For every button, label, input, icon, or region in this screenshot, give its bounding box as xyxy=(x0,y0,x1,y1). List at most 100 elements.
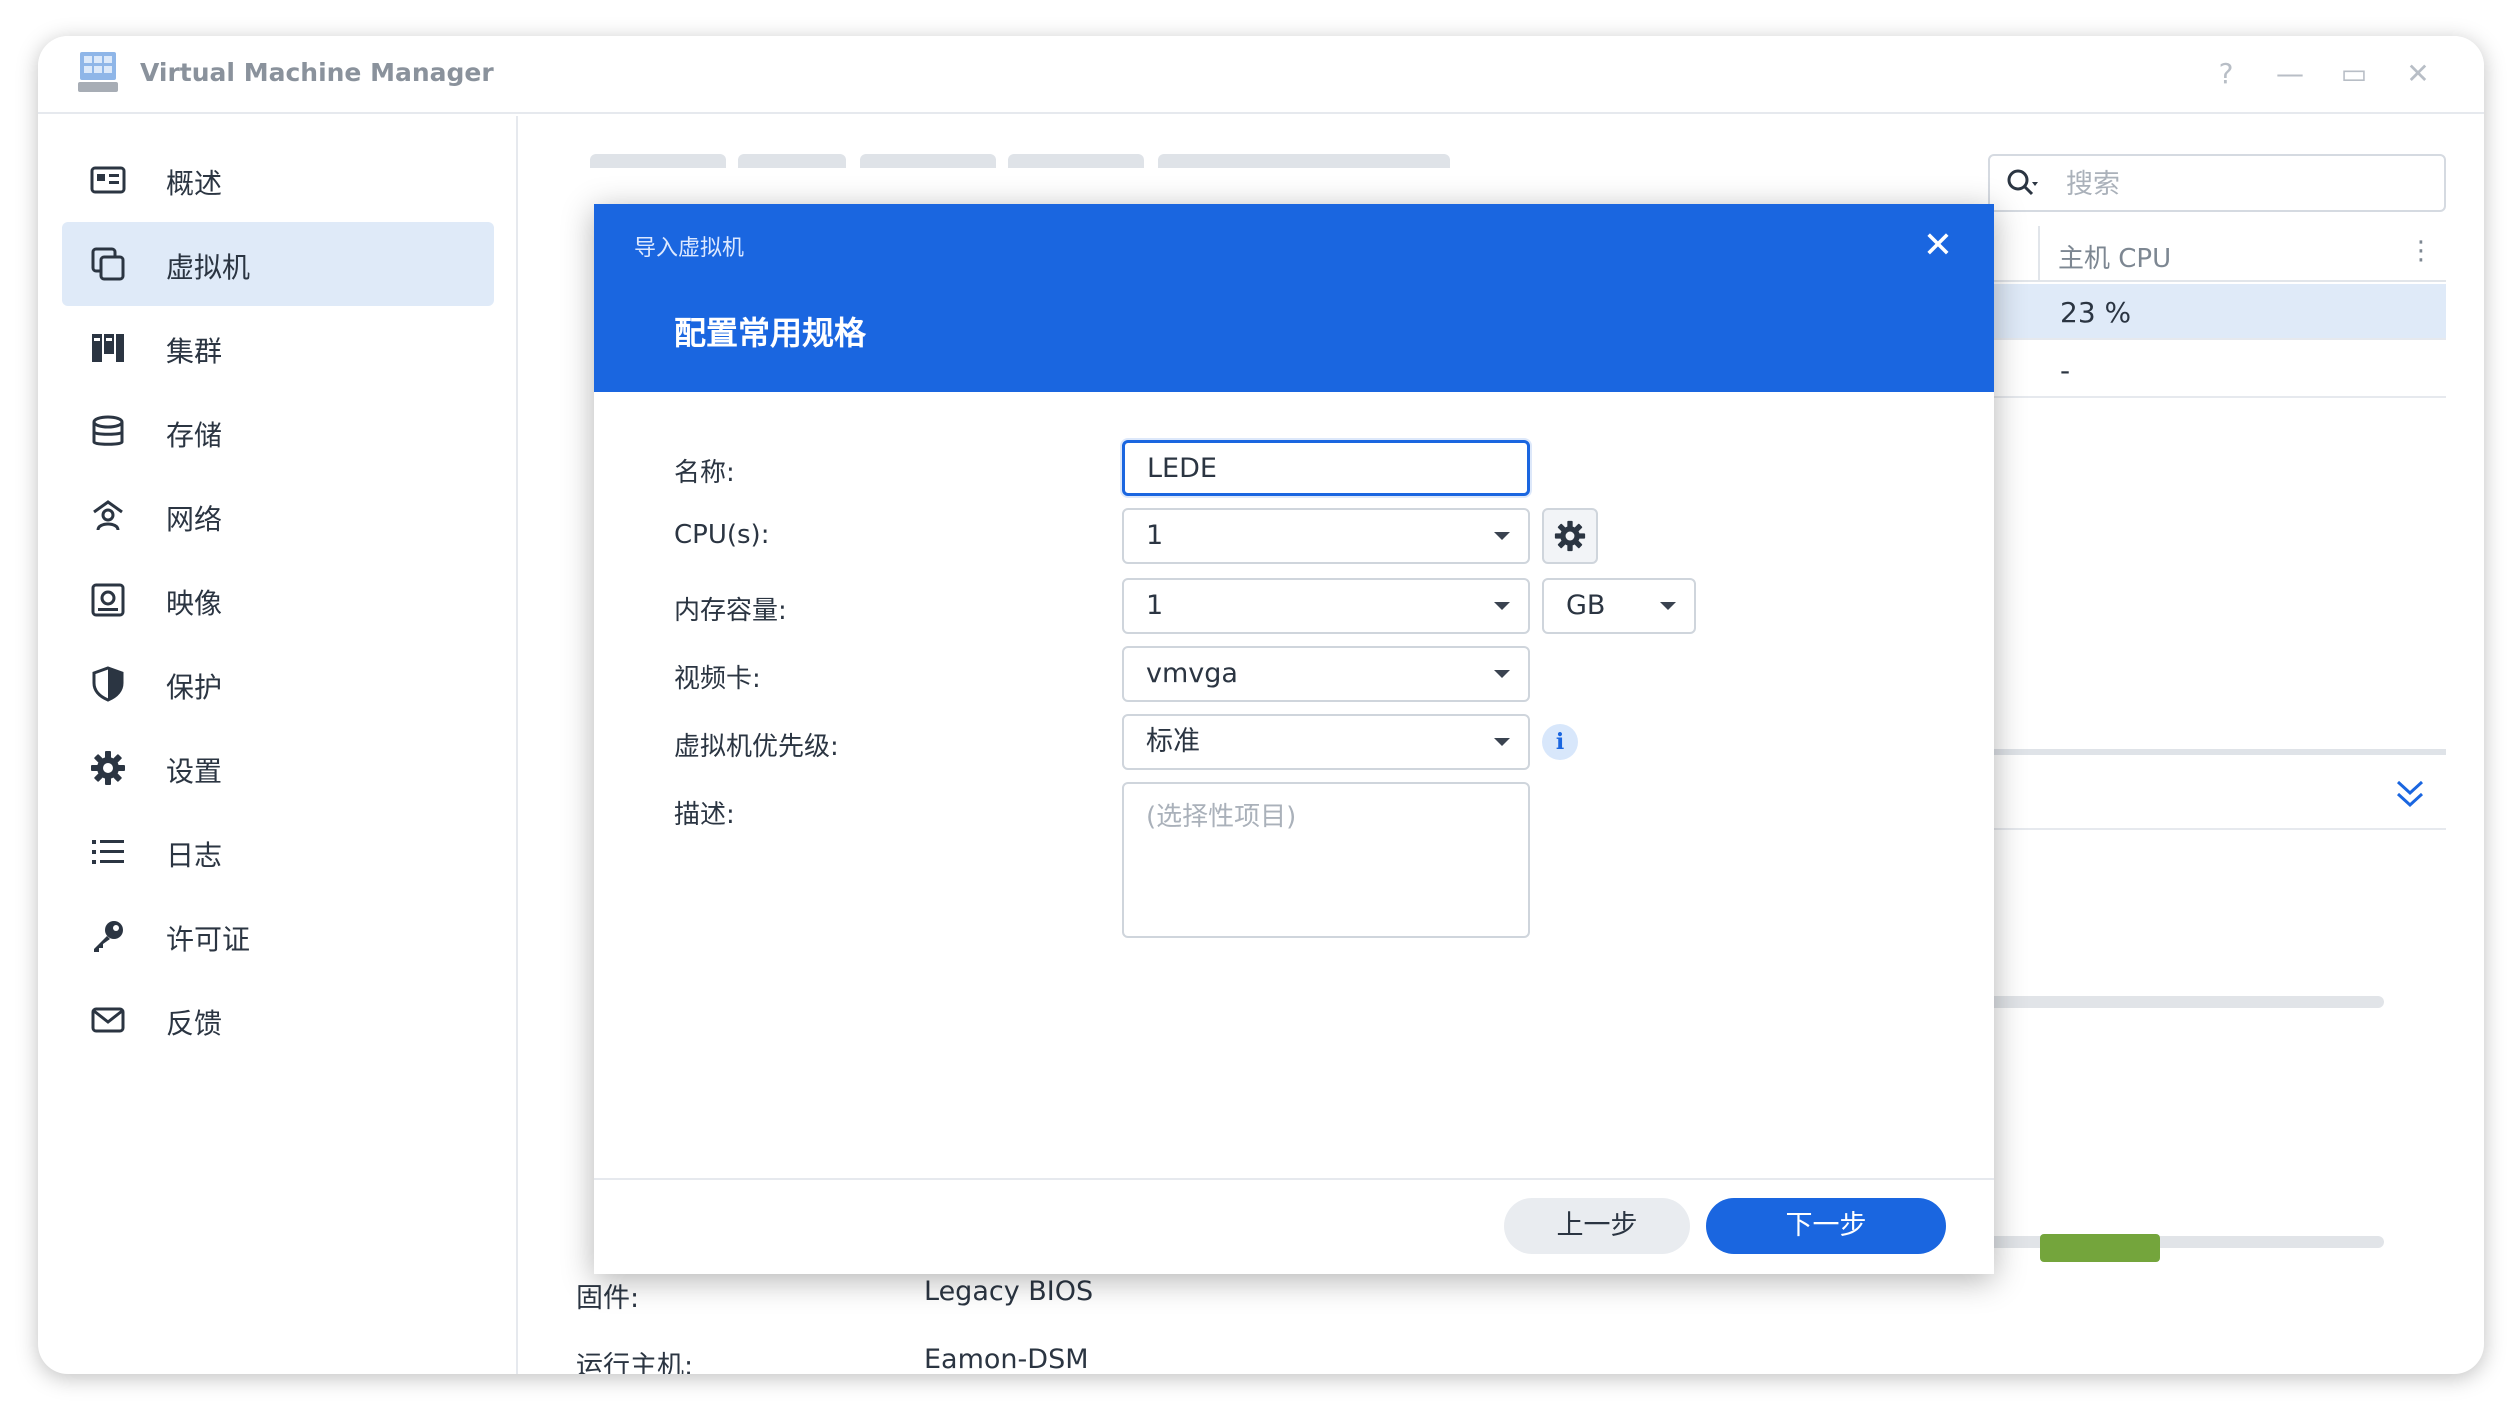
chevron-double-down-icon[interactable] xyxy=(2394,776,2426,812)
toolbar-button[interactable] xyxy=(860,154,996,168)
cpu-select[interactable]: 1 xyxy=(1122,508,1530,564)
cluster-icon xyxy=(92,334,124,362)
image-icon xyxy=(91,583,125,617)
virtual-machine-icon xyxy=(91,247,125,281)
priority-label: 虚拟机优先级: xyxy=(674,732,839,762)
help-button[interactable]: ? xyxy=(2206,54,2246,94)
sidebar-item-label: 日志 xyxy=(166,839,223,872)
column-header-host-cpu[interactable]: 主机 CPU xyxy=(2058,238,2171,275)
close-icon[interactable]: ✕ xyxy=(1920,228,1956,264)
sidebar-item-label: 反馈 xyxy=(166,1007,223,1040)
chevron-down-icon xyxy=(1494,602,1510,610)
title-bar: Virtual Machine Manager ? — ▭ ✕ xyxy=(38,36,2484,114)
sidebar-item-image[interactable]: 映像 xyxy=(62,558,494,642)
sidebar-item-label: 许可证 xyxy=(166,923,251,956)
sidebar-item-label: 网络 xyxy=(166,503,223,536)
dialog-header: 导入虚拟机 配置常用规格 ✕ xyxy=(594,204,1994,392)
next-button[interactable]: 下一步 xyxy=(1706,1198,1946,1254)
sidebar-item-overview[interactable]: 概述 xyxy=(62,138,494,222)
vmm-app-icon xyxy=(78,52,118,92)
running-host-label: 运行主机: xyxy=(576,1351,694,1374)
firmware-label: 固件: xyxy=(576,1283,640,1314)
memory-unit-select[interactable]: GB xyxy=(1542,578,1696,634)
cpu-label: CPU(s): xyxy=(674,520,770,550)
priority-select[interactable]: 标准 xyxy=(1122,714,1530,770)
sidebar-item-cluster[interactable]: 集群 xyxy=(62,306,494,390)
sidebar: 概述 虚拟机 集群 存储 网络 映像 保护 设置 日志 许可证 反馈 xyxy=(38,116,518,1374)
gear-icon xyxy=(1554,520,1586,552)
table-row[interactable]: - xyxy=(1968,342,2446,398)
mail-icon xyxy=(91,1007,125,1033)
cpu-settings-button[interactable] xyxy=(1542,508,1598,564)
section-divider xyxy=(1968,828,2446,830)
shield-icon xyxy=(92,666,124,702)
chevron-down-icon xyxy=(1494,738,1510,746)
memory-chip-icon xyxy=(2040,1234,2160,1262)
maximize-button[interactable]: ▭ xyxy=(2334,54,2374,94)
gear-icon xyxy=(91,751,125,785)
firmware-value: Legacy BIOS xyxy=(924,1276,1094,1307)
info-icon[interactable]: i xyxy=(1542,724,1578,760)
memory-unit-value: GB xyxy=(1566,590,1606,621)
minimize-button[interactable]: — xyxy=(2270,54,2310,94)
host-cpu-value: - xyxy=(2060,354,2071,387)
sidebar-item-label: 保护 xyxy=(166,671,223,704)
sidebar-item-storage[interactable]: 存储 xyxy=(62,390,494,474)
name-label: 名称: xyxy=(674,458,735,488)
storage-icon xyxy=(92,415,124,446)
cpu-select-value: 1 xyxy=(1146,520,1164,551)
video-card-select[interactable]: vmvga xyxy=(1122,646,1530,702)
sidebar-item-network[interactable]: 网络 xyxy=(62,474,494,558)
toolbar-button[interactable] xyxy=(590,154,726,168)
app-title: Virtual Machine Manager xyxy=(140,58,494,87)
sidebar-item-label: 存储 xyxy=(166,419,223,452)
sidebar-item-label: 集群 xyxy=(166,335,223,368)
sidebar-item-label: 设置 xyxy=(166,755,223,788)
name-field[interactable]: LEDE xyxy=(1122,440,1530,496)
sidebar-item-settings[interactable]: 设置 xyxy=(62,726,494,810)
dialog-title: 导入虚拟机 xyxy=(634,236,745,261)
toolbar-button[interactable] xyxy=(1158,154,1450,168)
memory-select-value: 1 xyxy=(1146,590,1164,621)
sidebar-item-label: 虚拟机 xyxy=(166,251,251,284)
import-vm-dialog: 导入虚拟机 配置常用规格 ✕ 名称: LEDE CPU(s): 1 内存容量: … xyxy=(594,204,1994,1274)
column-options-icon[interactable]: ⋮ xyxy=(2408,236,2434,266)
key-icon xyxy=(94,921,123,952)
video-card-label: 视频卡: xyxy=(674,664,761,694)
search-icon[interactable] xyxy=(2006,168,2038,200)
table-header: 主机 CPU ⋮ xyxy=(1968,226,2446,282)
search-box[interactable] xyxy=(1988,154,2446,212)
sidebar-item-virtual-machine[interactable]: 虚拟机 xyxy=(62,222,494,306)
close-window-button[interactable]: ✕ xyxy=(2398,54,2438,94)
column-divider[interactable] xyxy=(2038,226,2040,282)
sidebar-item-label: 概述 xyxy=(166,167,223,200)
memory-select[interactable]: 1 xyxy=(1122,578,1530,634)
sidebar-item-feedback[interactable]: 反馈 xyxy=(62,978,494,1062)
sidebar-item-protection[interactable]: 保护 xyxy=(62,642,494,726)
toolbar-button[interactable] xyxy=(1008,154,1144,168)
table-row[interactable]: 23 % xyxy=(1968,284,2446,340)
host-cpu-value: 23 % xyxy=(2060,296,2132,329)
toolbar-button[interactable] xyxy=(738,154,846,168)
list-icon xyxy=(92,840,124,864)
overview-icon xyxy=(90,166,126,194)
panel-divider xyxy=(1968,749,2446,755)
sidebar-item-label: 映像 xyxy=(166,587,223,620)
description-field[interactable] xyxy=(1122,782,1530,938)
chevron-down-icon xyxy=(1494,670,1510,678)
sidebar-item-log[interactable]: 日志 xyxy=(62,810,494,894)
search-input[interactable] xyxy=(2066,168,2426,200)
dialog-footer-divider xyxy=(594,1178,1994,1180)
network-icon xyxy=(93,500,123,531)
previous-button[interactable]: 上一步 xyxy=(1504,1198,1690,1254)
description-label: 描述: xyxy=(674,800,735,830)
app-window: Virtual Machine Manager ? — ▭ ✕ 概述 虚拟机 集… xyxy=(38,36,2484,1374)
chevron-down-icon xyxy=(1494,532,1510,540)
priority-value: 标准 xyxy=(1146,726,1200,757)
running-host-value: Eamon-DSM xyxy=(924,1344,1089,1374)
sidebar-item-license[interactable]: 许可证 xyxy=(62,894,494,978)
chevron-down-icon xyxy=(1660,602,1676,610)
video-card-value: vmvga xyxy=(1146,658,1238,689)
memory-label: 内存容量: xyxy=(674,596,787,626)
dialog-subtitle: 配置常用规格 xyxy=(674,314,867,352)
